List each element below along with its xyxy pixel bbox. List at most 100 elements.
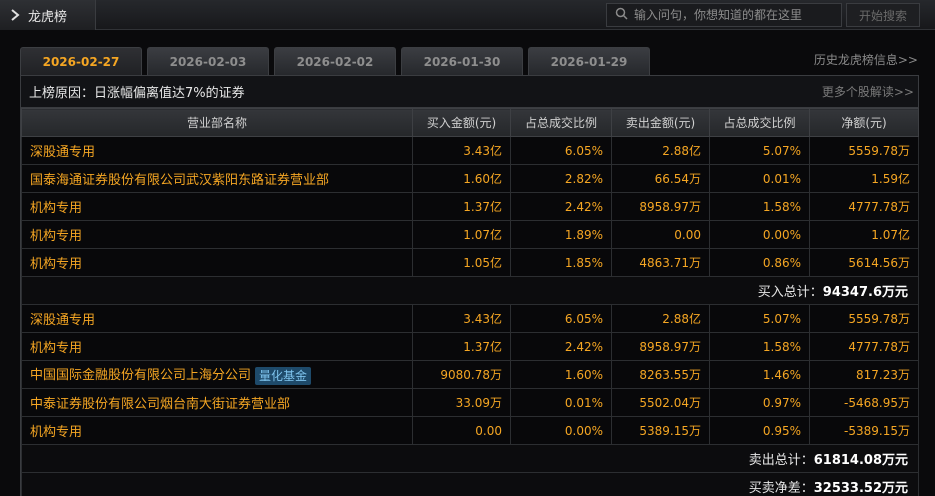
- branch-name-cell: 中国国际金融股份有限公司上海分公司 量化基金: [21, 360, 413, 389]
- branch-name[interactable]: 机构专用: [21, 416, 413, 445]
- sell-pct: 0.01%: [709, 164, 810, 193]
- main-panel: 上榜原因： 日涨幅偏离值达7%的证券 更多个股解读>> 营业部名称 买入金额(元…: [20, 75, 919, 496]
- buy-pct: 2.82%: [510, 164, 612, 193]
- sell-pct: 0.86%: [709, 248, 810, 277]
- branch-name[interactable]: 机构专用: [21, 248, 413, 277]
- more-analysis-link[interactable]: 更多个股解读>>: [822, 83, 914, 100]
- search-button[interactable]: 开始搜索: [846, 3, 920, 27]
- col-header-buy-pct[interactable]: 占总成交比例: [510, 108, 612, 137]
- tab-date-0[interactable]: 2026-02-27: [20, 47, 142, 75]
- net-amount: 4777.78万: [809, 192, 919, 221]
- sell-amount: 8958.97万: [611, 192, 710, 221]
- buy-pct: 1.85%: [510, 248, 612, 277]
- col-header-buy[interactable]: 买入金额(元): [412, 108, 511, 137]
- table-row[interactable]: 机构专用 1.05亿 1.85% 4863.71万 0.86% 5614.56万: [21, 248, 919, 277]
- net-diff-value: 32533.52万元: [813, 481, 908, 496]
- sell-total: 卖出总计：61814.08万元: [21, 444, 919, 473]
- buy-pct: 2.42%: [510, 332, 612, 361]
- table-row[interactable]: 中泰证券股份有限公司烟台南大街证券营业部 33.09万 0.01% 5502.0…: [21, 388, 919, 417]
- branch-name[interactable]: 中泰证券股份有限公司烟台南大街证券营业部: [21, 388, 413, 417]
- table-row[interactable]: 机构专用 0.00 0.00% 5389.15万 0.95% -5389.15万: [21, 416, 919, 445]
- buy-pct: 2.42%: [510, 192, 612, 221]
- top-bar: 龙虎榜 开始搜索: [0, 0, 935, 30]
- tab-date-2[interactable]: 2026-02-02: [274, 47, 396, 75]
- sell-amount: 2.88亿: [611, 136, 710, 165]
- reason-text: 日涨幅偏离值达7%的证券: [94, 86, 245, 101]
- buy-amount: 1.07亿: [412, 220, 511, 249]
- branch-name[interactable]: 国泰海通证券股份有限公司武汉紫阳东路证券营业部: [21, 164, 413, 193]
- net-amount: 1.59亿: [809, 164, 919, 193]
- page-title-tab[interactable]: 龙虎榜: [0, 0, 96, 30]
- sell-total-label: 卖出总计：: [748, 453, 814, 468]
- buy-amount: 9080.78万: [412, 360, 511, 389]
- tab-date-3[interactable]: 2026-01-30: [401, 47, 523, 75]
- table-row[interactable]: 深股通专用 3.43亿 6.05% 2.88亿 5.07% 5559.78万: [21, 304, 919, 333]
- history-link[interactable]: 历史龙虎榜信息>>: [814, 51, 918, 68]
- sell-amount: 8263.55万: [611, 360, 710, 389]
- col-header-branch[interactable]: 营业部名称: [21, 108, 413, 137]
- net-amount: 1.07亿: [809, 220, 919, 249]
- buy-total-row: 买入总计：94347.6万元: [21, 276, 919, 305]
- buy-pct: 6.05%: [510, 136, 612, 165]
- sell-amount: 8958.97万: [611, 332, 710, 361]
- tab-date-4[interactable]: 2026-01-29: [528, 47, 650, 75]
- buy-total-label: 买入总计：: [757, 285, 823, 300]
- sell-amount: 0.00: [611, 220, 710, 249]
- chevron-right-icon: [8, 8, 22, 22]
- net-amount: 817.23万: [809, 360, 919, 389]
- reason-label: 上榜原因：: [29, 86, 95, 101]
- col-header-net[interactable]: 净额(元): [809, 108, 919, 137]
- table-header: 营业部名称 买入金额(元) 占总成交比例 卖出金额(元) 占总成交比例 净额(元…: [21, 108, 919, 137]
- sell-pct: 5.07%: [709, 136, 810, 165]
- net-diff-label: 买卖净差：: [748, 481, 814, 496]
- sell-total-value: 61814.08万元: [813, 453, 908, 468]
- branch-name[interactable]: 深股通专用: [21, 136, 413, 165]
- table-row[interactable]: 国泰海通证券股份有限公司武汉紫阳东路证券营业部 1.60亿 2.82% 66.5…: [21, 164, 919, 193]
- page-title: 龙虎榜: [28, 9, 68, 25]
- sell-pct: 0.00%: [709, 220, 810, 249]
- branch-name[interactable]: 机构专用: [21, 192, 413, 221]
- net-amount: -5468.95万: [809, 388, 919, 417]
- table-row[interactable]: 机构专用 1.37亿 2.42% 8958.97万 1.58% 4777.78万: [21, 192, 919, 221]
- net-amount: 5559.78万: [809, 304, 919, 333]
- tab-date-1[interactable]: 2026-02-03: [147, 47, 269, 75]
- net-diff-row: 买卖净差：32533.52万元: [21, 472, 919, 496]
- buy-amount: 1.37亿: [412, 192, 511, 221]
- buy-total-value: 94347.6万元: [822, 285, 908, 300]
- net-amount: 5559.78万: [809, 136, 919, 165]
- table-row[interactable]: 机构专用 1.07亿 1.89% 0.00 0.00% 1.07亿: [21, 220, 919, 249]
- sell-pct: 1.58%: [709, 332, 810, 361]
- col-header-sell[interactable]: 卖出金额(元): [611, 108, 710, 137]
- branch-name[interactable]: 机构专用: [21, 332, 413, 361]
- buy-amount: 3.43亿: [412, 304, 511, 333]
- buy-amount: 0.00: [412, 416, 511, 445]
- buy-pct: 1.60%: [510, 360, 612, 389]
- buy-amount: 33.09万: [412, 388, 511, 417]
- sell-pct: 0.95%: [709, 416, 810, 445]
- search-icon: [615, 7, 628, 23]
- col-header-sell-pct[interactable]: 占总成交比例: [709, 108, 810, 137]
- sell-amount: 2.88亿: [611, 304, 710, 333]
- buy-pct: 6.05%: [510, 304, 612, 333]
- sell-pct: 1.58%: [709, 192, 810, 221]
- table-row[interactable]: 深股通专用 3.43亿 6.05% 2.88亿 5.07% 5559.78万: [21, 136, 919, 165]
- buy-amount: 1.37亿: [412, 332, 511, 361]
- branch-name[interactable]: 机构专用: [21, 220, 413, 249]
- branch-name[interactable]: 中国国际金融股份有限公司上海分公司: [30, 368, 251, 383]
- buy-pct: 0.01%: [510, 388, 612, 417]
- net-diff: 买卖净差：32533.52万元: [21, 472, 919, 496]
- table-row[interactable]: 机构专用 1.37亿 2.42% 8958.97万 1.58% 4777.78万: [21, 332, 919, 361]
- sell-pct: 1.46%: [709, 360, 810, 389]
- search-box[interactable]: [606, 3, 842, 27]
- sell-amount: 5502.04万: [611, 388, 710, 417]
- search-input[interactable]: [634, 8, 834, 22]
- buy-total: 买入总计：94347.6万元: [21, 276, 919, 305]
- net-amount: 4777.78万: [809, 332, 919, 361]
- sell-total-row: 卖出总计：61814.08万元: [21, 444, 919, 473]
- table-row[interactable]: 中国国际金融股份有限公司上海分公司 量化基金 9080.78万 1.60% 826…: [21, 360, 919, 389]
- buy-amount: 3.43亿: [412, 136, 511, 165]
- quant-fund-badge[interactable]: 量化基金: [255, 366, 312, 385]
- sell-pct: 5.07%: [709, 304, 810, 333]
- branch-name[interactable]: 深股通专用: [21, 304, 413, 333]
- listing-reason: 上榜原因： 日涨幅偏离值达7%的证券 更多个股解读>>: [21, 76, 918, 108]
